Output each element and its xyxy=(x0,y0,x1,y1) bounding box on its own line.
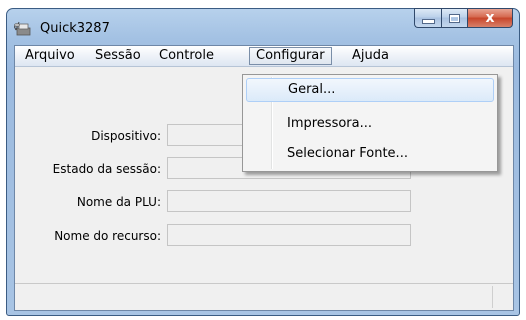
menu-item-selecionar-fonte[interactable]: Selecionar Fonte... xyxy=(246,142,494,166)
session-state-label: Estado da sessão: xyxy=(52,162,161,176)
resource-name-field[interactable] xyxy=(167,224,411,246)
menu-controle[interactable]: Controle xyxy=(153,47,220,65)
menu-arquivo[interactable]: Arquivo xyxy=(19,47,81,65)
status-divider xyxy=(492,286,493,308)
status-bar xyxy=(15,283,513,310)
maximize-button[interactable] xyxy=(441,8,467,28)
minimize-icon xyxy=(421,18,435,24)
plu-name-field[interactable] xyxy=(167,190,411,212)
menu-item-geral[interactable]: Geral... xyxy=(246,78,494,102)
printer-satellite-icon xyxy=(14,21,31,36)
menu-item-impressora[interactable]: Impressora... xyxy=(246,112,494,136)
close-button[interactable]: x xyxy=(467,8,513,28)
menu-sessao[interactable]: Sessão xyxy=(89,47,147,65)
resource-name-label: Nome do recurso: xyxy=(54,229,161,243)
menu-bar: Arquivo Sessão Controle Configurar Ajuda xyxy=(15,46,513,67)
plu-name-label: Nome da PLU: xyxy=(76,195,161,209)
close-icon: x xyxy=(485,10,495,26)
configurar-dropdown-menu: Geral... Impressora... Selecionar Fonte.… xyxy=(242,74,498,172)
caption-buttons: x xyxy=(414,8,513,30)
minimize-button[interactable] xyxy=(414,8,441,28)
menu-ajuda[interactable]: Ajuda xyxy=(346,47,395,65)
menu-configurar[interactable]: Configurar xyxy=(249,47,332,65)
maximize-icon xyxy=(449,13,460,23)
window-title: Quick3287 xyxy=(40,21,110,36)
title-bar[interactable]: Quick3287 x xyxy=(7,8,519,43)
device-label: Dispositivo: xyxy=(91,129,161,143)
